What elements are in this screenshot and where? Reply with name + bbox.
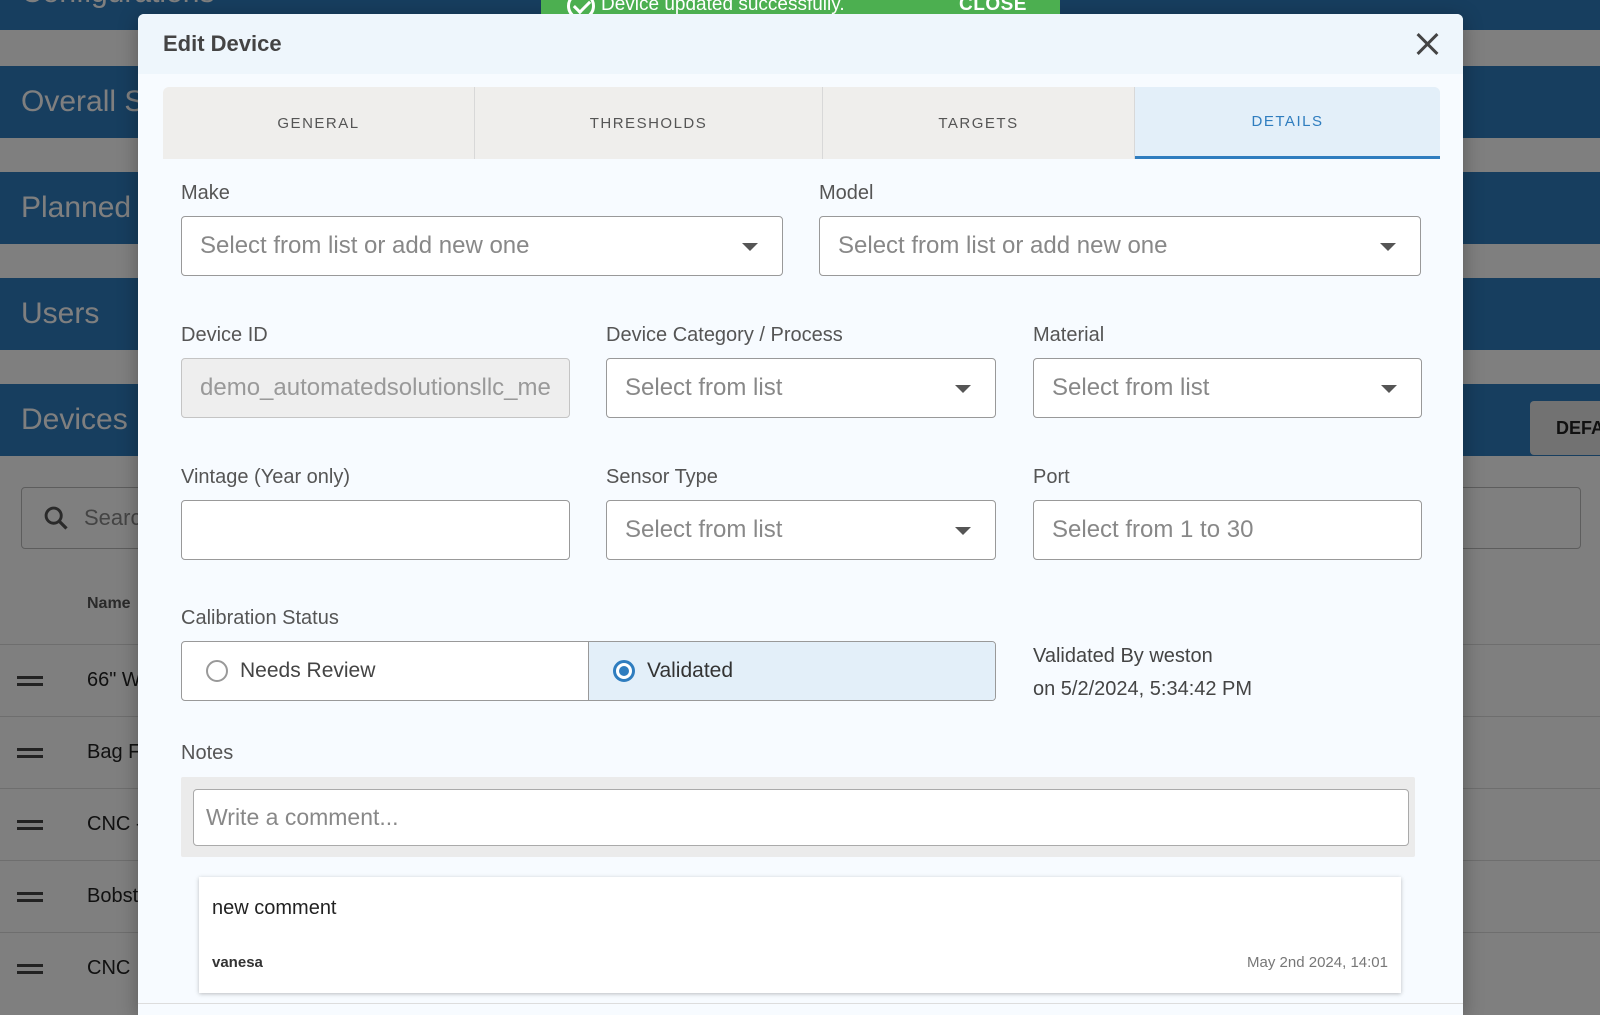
comment-input[interactable]: Write a comment...	[193, 789, 1409, 846]
device-id-field: demo_automatedsolutionsllc_me	[181, 358, 570, 418]
caret-down-icon	[1380, 243, 1396, 251]
tab-thresholds[interactable]: THRESHOLDS	[475, 87, 823, 159]
close-icon[interactable]	[1411, 28, 1443, 60]
device-category-select[interactable]: Select from list	[606, 358, 996, 418]
material-select[interactable]: Select from list	[1033, 358, 1422, 418]
snackbar-message: Device updated successfully.	[601, 0, 845, 14]
check-circle-icon	[567, 0, 595, 14]
port-label: Port	[1033, 466, 1070, 488]
tab-targets[interactable]: TARGETS	[823, 87, 1135, 159]
notes-label: Notes	[181, 742, 234, 764]
notes-input-container: Write a comment...	[181, 777, 1415, 857]
snackbar-close-button[interactable]: CLOSE	[959, 0, 1027, 14]
material-label: Material	[1033, 324, 1105, 346]
tab-details[interactable]: DETAILS	[1135, 87, 1440, 159]
edit-device-dialog: Edit Device GENERAL THRESHOLDS TARGETS D…	[138, 14, 1463, 1015]
radio-validated[interactable]: Validated	[588, 642, 995, 700]
dialog-divider	[138, 1003, 1463, 1004]
tab-general[interactable]: GENERAL	[163, 87, 475, 159]
validated-on-text: on 5/2/2024, 5:34:42 PM	[1033, 678, 1253, 700]
radio-needs-review[interactable]: Needs Review	[182, 642, 588, 700]
validated-by-text: Validated By weston	[1033, 645, 1213, 667]
calibration-status-radio-group: Needs Review Validated	[181, 641, 996, 701]
tab-bar: GENERAL THRESHOLDS TARGETS DETAILS	[163, 87, 1440, 159]
radio-unchecked-icon	[206, 660, 228, 682]
comment-author: vanesa	[212, 954, 263, 971]
radio-checked-icon	[613, 660, 635, 682]
sensor-type-select[interactable]: Select from list	[606, 500, 996, 560]
caret-down-icon	[955, 527, 971, 535]
comment-card: new comment vanesa May 2nd 2024, 14:01	[199, 877, 1401, 993]
validation-info: Validated By weston on 5/2/2024, 5:34:42…	[1033, 640, 1252, 706]
port-input[interactable]: Select from 1 to 30	[1033, 500, 1422, 560]
make-label: Make	[181, 182, 230, 204]
caret-down-icon	[955, 385, 971, 393]
device-category-label: Device Category / Process	[606, 324, 843, 346]
vintage-label: Vintage (Year only)	[181, 466, 351, 488]
comment-date: May 2nd 2024, 14:01	[1247, 954, 1388, 971]
dialog-header: Edit Device	[138, 14, 1463, 74]
make-select[interactable]: Select from list or add new one	[181, 216, 783, 276]
dialog-title: Edit Device	[163, 31, 282, 56]
success-snackbar: Device updated successfully. CLOSE	[541, 0, 1060, 14]
model-select[interactable]: Select from list or add new one	[819, 216, 1421, 276]
model-label: Model	[819, 182, 874, 204]
caret-down-icon	[1381, 385, 1397, 393]
sensor-type-label: Sensor Type	[606, 466, 718, 488]
calibration-status-label: Calibration Status	[181, 607, 339, 629]
comment-text: new comment	[212, 897, 337, 919]
device-id-label: Device ID	[181, 324, 268, 346]
caret-down-icon	[742, 243, 758, 251]
vintage-input[interactable]	[181, 500, 570, 560]
